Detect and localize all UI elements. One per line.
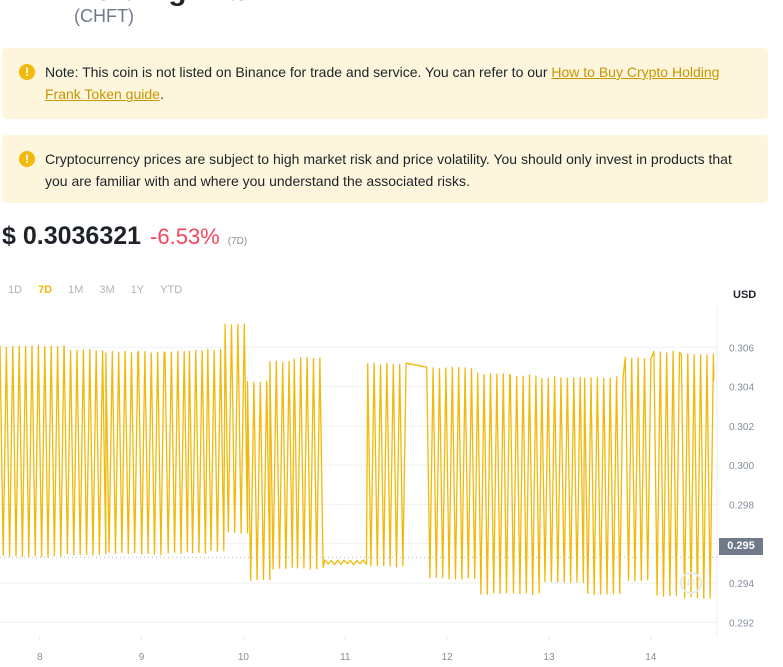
tab-3m[interactable]: 3M	[91, 284, 122, 296]
price-chart[interactable]: 0.3060.3040.3020.3000.2980.2960.2940.292…	[0, 306, 783, 667]
x-tick-label: 11	[340, 652, 351, 663]
risk-notice: ! Cryptocurrency prices are subject to h…	[2, 135, 768, 203]
warning-icon: !	[19, 64, 35, 80]
current-price: $ 0.3036321	[2, 222, 142, 250]
y-tick-label: 0.294	[729, 579, 754, 590]
coin-symbol: (CHFT)	[74, 6, 134, 26]
tab-1d[interactable]: 1D	[0, 284, 30, 296]
y-tick-label: 0.300	[729, 461, 754, 472]
x-tick-label: 13	[543, 652, 555, 663]
time-range-tabs: 1D 7D 1M 3M 1Y YTD	[0, 284, 190, 296]
change-period: (7D)	[227, 236, 248, 247]
price-row: $ 0.3036321 -6.53% (7D)	[2, 222, 247, 254]
y-tick-label: 0.306	[729, 343, 754, 354]
tab-1m[interactable]: 1M	[60, 284, 91, 296]
price-change: -6.53%	[150, 224, 220, 249]
listing-notice-suffix: .	[159, 86, 164, 102]
currency-label: USD	[733, 289, 757, 301]
risk-notice-text: Cryptocurrency prices are subject to hig…	[45, 151, 732, 189]
x-tick-label: 10	[238, 652, 250, 663]
tab-1y[interactable]: 1Y	[123, 284, 152, 296]
y-tick-label: 0.292	[729, 618, 754, 629]
binance-watermark-icon: B	[680, 572, 702, 594]
tab-7d[interactable]: 7D	[30, 284, 60, 296]
y-tick-label: 0.304	[729, 383, 754, 394]
y-tick-label: 0.298	[729, 500, 754, 511]
current-value-tag: 0.295	[719, 538, 763, 555]
warning-icon: !	[19, 151, 35, 167]
x-tick-label: 9	[139, 652, 145, 663]
tab-ytd[interactable]: YTD	[152, 284, 190, 296]
x-tick-label: 14	[645, 652, 657, 663]
x-tick-label: 12	[442, 652, 454, 663]
x-tick-label: 8	[37, 652, 43, 663]
listing-notice: ! Note: This coin is not listed on Binan…	[2, 48, 768, 119]
y-tick-label: 0.302	[729, 422, 754, 433]
listing-notice-text: Note: This coin is not listed on Binance…	[45, 64, 552, 80]
